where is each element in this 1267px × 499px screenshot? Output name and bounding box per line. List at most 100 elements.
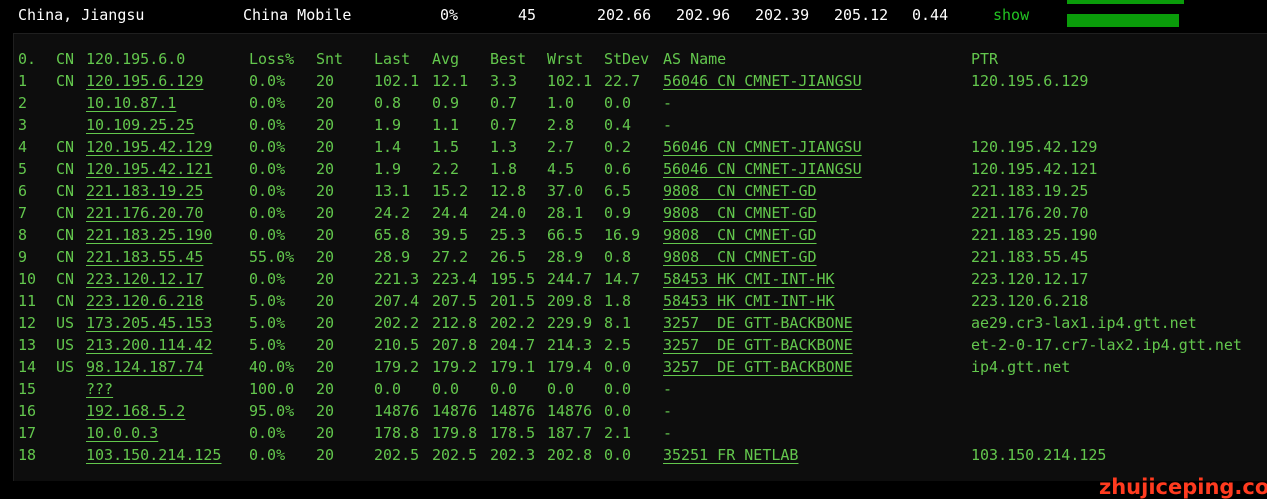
summary-loss: 0% xyxy=(440,6,459,24)
hop-idx: 1 xyxy=(18,72,28,90)
hop-wrst: 0.0 xyxy=(547,380,575,398)
hop-as-name[interactable]: 9808 CN CMNET-GD xyxy=(663,180,817,202)
hop-as-name[interactable]: 9808 CN CMNET-GD xyxy=(663,202,817,224)
hop-loss: 0.0% xyxy=(249,226,286,244)
header-best: Best xyxy=(490,50,527,68)
hop-ip[interactable]: 213.200.114.42 xyxy=(86,334,212,356)
hop-ip[interactable]: 10.10.87.1 xyxy=(86,92,176,114)
hop-as-name[interactable]: 56046 CN CMNET-JIANGSU xyxy=(663,70,862,92)
hop-snt: 20 xyxy=(316,446,335,464)
summary-avg: 202.96 xyxy=(676,6,731,24)
hop-loss: 55.0% xyxy=(249,248,295,266)
hop-avg: 212.8 xyxy=(432,314,478,332)
summary-stdev: 0.44 xyxy=(912,6,949,24)
hop-best: 26.5 xyxy=(490,248,527,266)
hop-ip[interactable]: 221.183.25.190 xyxy=(86,224,212,246)
hop-idx: 14 xyxy=(18,358,37,376)
hop-best: 201.5 xyxy=(490,292,536,310)
hop-wrst: 229.9 xyxy=(547,314,593,332)
hop-ip[interactable]: 10.109.25.25 xyxy=(86,114,194,136)
hop-best: 0.7 xyxy=(490,116,518,134)
hop-ip[interactable]: 221.183.19.25 xyxy=(86,180,203,202)
hop-as-name: - xyxy=(663,402,673,420)
hop-as-name[interactable]: 35251 FR NETLAB xyxy=(663,444,798,466)
hop-snt: 20 xyxy=(316,270,335,288)
hop-best: 204.7 xyxy=(490,336,536,354)
hop-avg: 27.2 xyxy=(432,248,469,266)
hop-ip[interactable]: 120.195.6.129 xyxy=(86,70,203,92)
hop-ip[interactable]: 10.0.0.3 xyxy=(86,422,158,444)
hop-ptr: et-2-0-17.cr7-lax2.ip4.gtt.net xyxy=(971,336,1242,354)
hop-wrst: 209.8 xyxy=(547,292,593,310)
hop-avg: 1.5 xyxy=(432,138,460,156)
hop-last: 179.2 xyxy=(374,358,420,376)
hop-ip[interactable]: 120.195.42.121 xyxy=(86,158,212,180)
show-link[interactable]: show xyxy=(993,6,1029,24)
hop-avg: 15.2 xyxy=(432,182,469,200)
hop-as-name[interactable]: 3257 DE GTT-BACKBONE xyxy=(663,334,853,356)
hop-as-name[interactable]: 58453 HK CMI-INT-HK xyxy=(663,268,835,290)
watermark-text: zhujiceping.com xyxy=(1099,475,1267,499)
hop-loss: 5.0% xyxy=(249,314,286,332)
hop-ip[interactable]: 223.120.12.17 xyxy=(86,268,203,290)
hop-avg: 202.5 xyxy=(432,446,478,464)
hop-as-name[interactable]: 58453 HK CMI-INT-HK xyxy=(663,290,835,312)
hop-ip[interactable]: 98.124.187.74 xyxy=(86,356,203,378)
hop-last: 24.2 xyxy=(374,204,411,222)
hop-wrst: 4.5 xyxy=(547,160,575,178)
hop-snt: 20 xyxy=(316,248,335,266)
hop-idx: 12 xyxy=(18,314,37,332)
summary-best: 202.39 xyxy=(755,6,810,24)
summary-worst: 205.12 xyxy=(834,6,889,24)
hop-idx: 2 xyxy=(18,94,28,112)
hop-ip[interactable]: 120.195.42.129 xyxy=(86,136,212,158)
hop-stdev: 8.1 xyxy=(604,314,632,332)
hop-ip[interactable]: 173.205.45.153 xyxy=(86,312,212,334)
hop-loss: 40.0% xyxy=(249,358,295,376)
hop-stdev: 6.5 xyxy=(604,182,632,200)
hop-as-name[interactable]: 56046 CN CMNET-JIANGSU xyxy=(663,158,862,180)
hop-wrst: 2.7 xyxy=(547,138,575,156)
hop-as-name[interactable]: 9808 CN CMNET-GD xyxy=(663,224,817,246)
summary-sent: 45 xyxy=(518,6,537,24)
hop-stdev: 0.0 xyxy=(604,380,632,398)
hop-idx: 17 xyxy=(18,424,37,442)
hop-last: 0.8 xyxy=(374,94,402,112)
hop-ptr: 221.176.20.70 xyxy=(971,204,1089,222)
hop-stdev: 0.2 xyxy=(604,138,632,156)
hop-ip[interactable]: ??? xyxy=(86,378,113,400)
hop-loss: 0.0% xyxy=(249,160,286,178)
hop-wrst: 214.3 xyxy=(547,336,593,354)
hop-wrst: 179.4 xyxy=(547,358,593,376)
hop-ip[interactable]: 221.183.55.45 xyxy=(86,246,203,268)
hop-idx: 10 xyxy=(18,270,37,288)
hop-cc: US xyxy=(56,358,75,376)
hop-ptr: 223.120.6.218 xyxy=(971,292,1089,310)
hop-ip[interactable]: 223.120.6.218 xyxy=(86,290,203,312)
hop-wrst: 28.1 xyxy=(547,204,584,222)
hop-avg: 207.5 xyxy=(432,292,478,310)
hop-best: 178.5 xyxy=(490,424,536,442)
hop-last: 1.4 xyxy=(374,138,402,156)
hop-cc: CN xyxy=(56,270,75,288)
hop-avg: 14876 xyxy=(432,402,478,420)
hop-as-name[interactable]: 3257 DE GTT-BACKBONE xyxy=(663,356,853,378)
hop-loss: 0.0% xyxy=(249,204,286,222)
hop-ptr: 223.120.12.17 xyxy=(971,270,1089,288)
hop-ip[interactable]: 221.176.20.70 xyxy=(86,202,203,224)
hop-snt: 20 xyxy=(316,226,335,244)
hop-ip[interactable]: 192.168.5.2 xyxy=(86,400,185,422)
hop-as-name[interactable]: 9808 CN CMNET-GD xyxy=(663,246,817,268)
header-idx: 0. xyxy=(18,50,37,68)
hop-as-name[interactable]: 56046 CN CMNET-JIANGSU xyxy=(663,136,862,158)
summary-location: China, Jiangsu xyxy=(18,6,145,24)
hop-as-name[interactable]: 3257 DE GTT-BACKBONE xyxy=(663,312,853,334)
hop-snt: 20 xyxy=(316,424,335,442)
hop-ip[interactable]: 103.150.214.125 xyxy=(86,444,221,466)
hop-loss: 0.0% xyxy=(249,116,286,134)
hop-idx: 13 xyxy=(18,336,37,354)
hop-snt: 20 xyxy=(316,380,335,398)
hop-idx: 4 xyxy=(18,138,28,156)
hop-as-name: - xyxy=(663,424,673,442)
hop-ptr: 120.195.42.129 xyxy=(971,138,1098,156)
